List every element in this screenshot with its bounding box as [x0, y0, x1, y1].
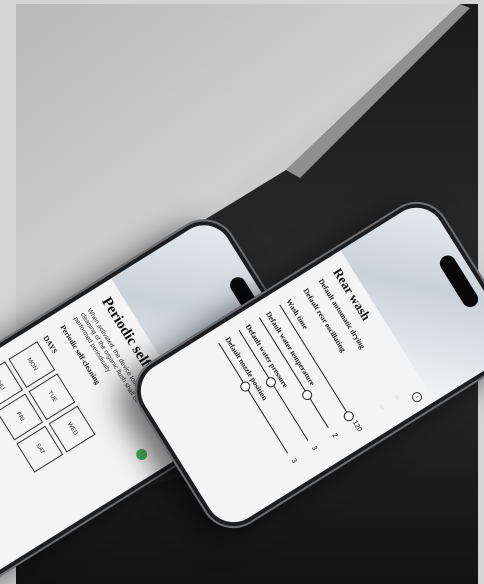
water-pressure-value: 3 [310, 444, 319, 452]
water-temperature-slider[interactable] [258, 317, 329, 429]
nozzle-position-slider[interactable] [218, 342, 288, 454]
photo-scene: Periodic self-cleaning When activated, t… [0, 0, 484, 584]
wash-time-value: 120 [350, 419, 363, 434]
self-cleaning-toggle[interactable] [134, 446, 150, 463]
info-icon[interactable]: i [410, 390, 424, 405]
water-temperature-value: 2 [330, 432, 339, 440]
wash-time-slider[interactable] [279, 304, 350, 416]
setting-wash-time: Wash time [284, 297, 311, 331]
nozzle-position-value: 3 [289, 457, 298, 465]
toggle-automatic-drying[interactable] [394, 394, 401, 402]
toggle-rear-oscillating[interactable] [378, 403, 386, 411]
